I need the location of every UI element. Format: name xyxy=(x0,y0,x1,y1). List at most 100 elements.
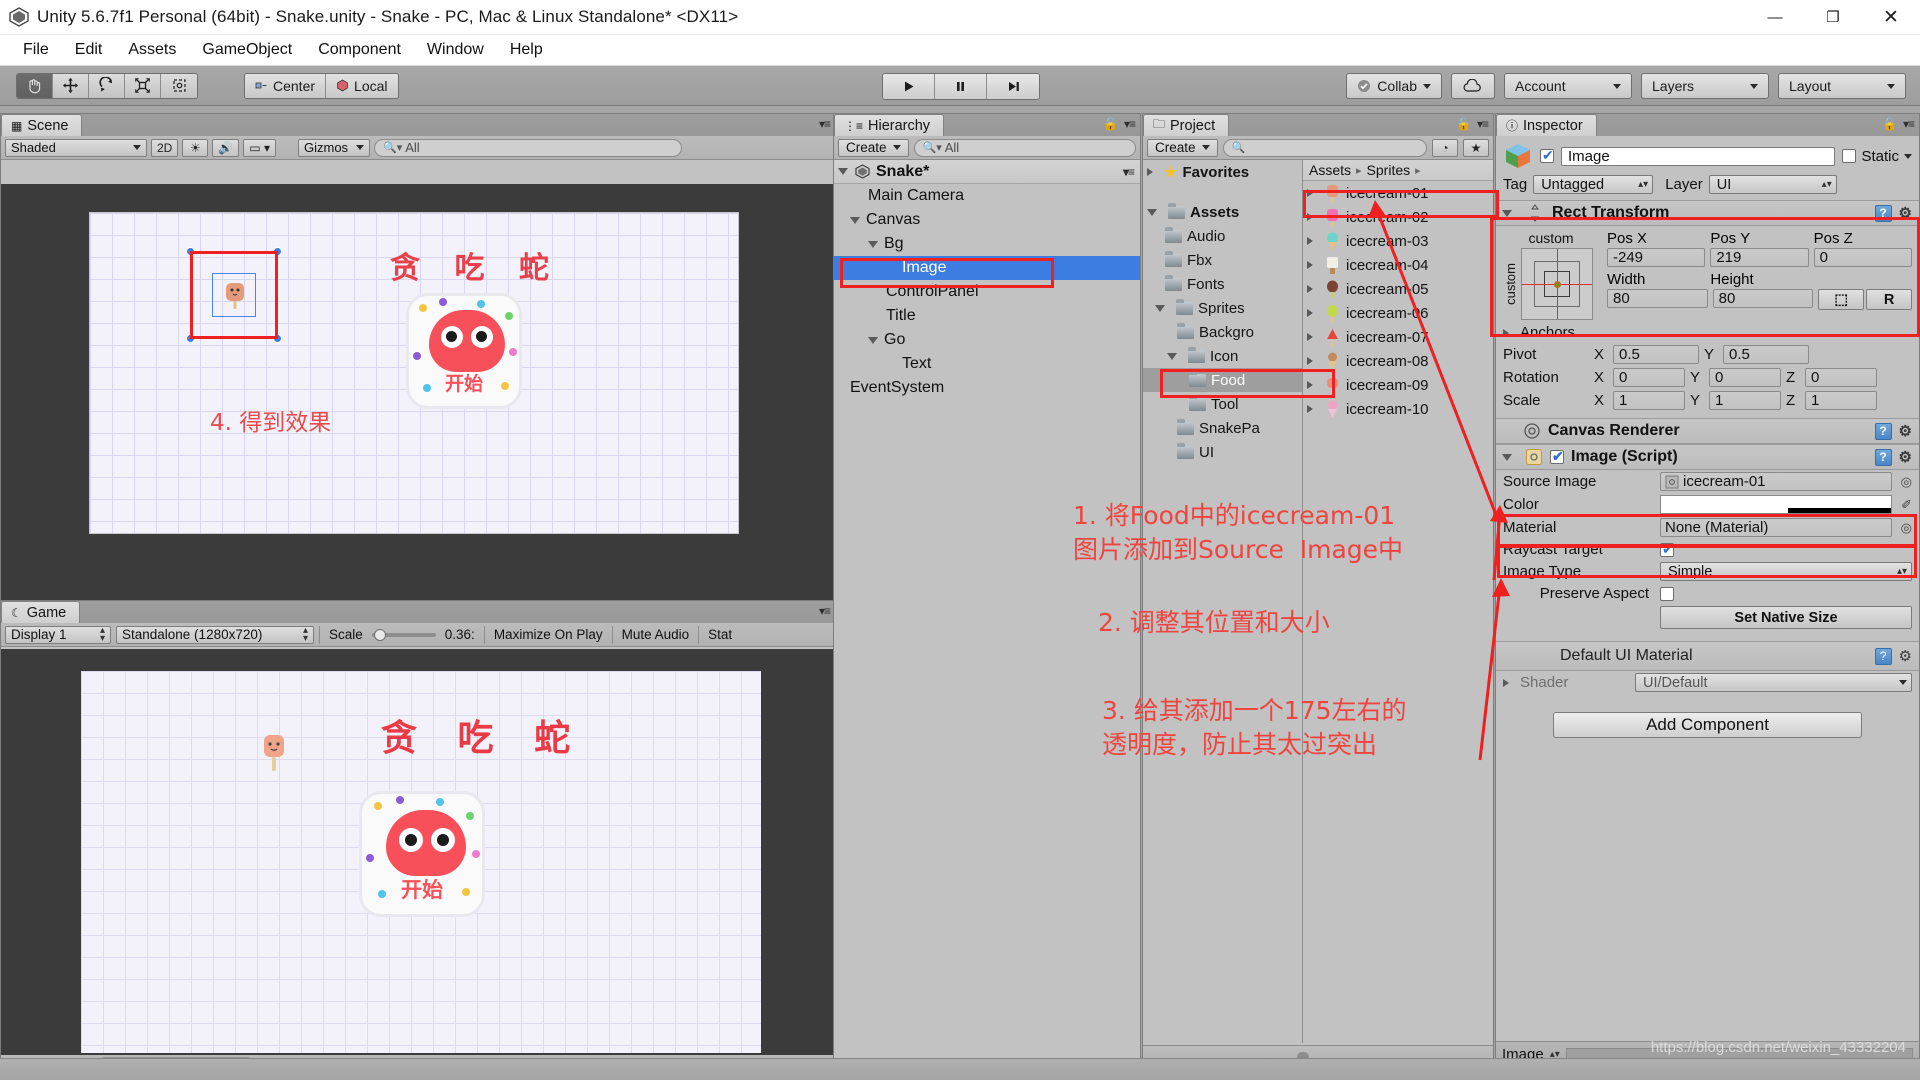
project-tree[interactable]: ★ Favorites Assets Audio Fbx Fonts Sprit… xyxy=(1143,160,1303,1043)
chevron-down-icon[interactable] xyxy=(1167,352,1177,360)
game-display-dropdown[interactable]: Display 1 ▴ ▾ xyxy=(5,625,111,644)
rect-tool-button[interactable] xyxy=(161,73,197,98)
project-create-button[interactable]: Create xyxy=(1147,138,1218,157)
lock-icon[interactable]: 🔓 xyxy=(1456,117,1471,131)
project-tree-icon[interactable]: Icon xyxy=(1143,344,1302,368)
chevron-right-icon[interactable] xyxy=(1307,261,1313,269)
tab-inspector[interactable]: ⓘ Inspector xyxy=(1496,114,1597,136)
lock-icon[interactable]: 🔓 xyxy=(1103,117,1118,131)
project-tree-audio[interactable]: Audio xyxy=(1143,224,1302,248)
rot-z-field[interactable]: 0 xyxy=(1805,368,1877,387)
chevron-right-icon[interactable] xyxy=(1307,189,1313,197)
scene-shading-dropdown[interactable]: Shaded xyxy=(5,138,147,157)
scene-options-icon[interactable]: ▾≡ xyxy=(819,117,831,131)
chevron-right-icon[interactable] xyxy=(1307,213,1313,221)
close-button[interactable]: ✕ xyxy=(1862,0,1920,35)
project-asset-list[interactable]: Assets ▸ Sprites ▸ icecream-01 icecream-… xyxy=(1303,160,1493,1043)
chevron-right-icon[interactable] xyxy=(1147,168,1153,176)
hierarchy-item-canvas[interactable]: Canvas xyxy=(834,208,1140,232)
anchors-foldout[interactable]: Anchors xyxy=(1496,320,1919,343)
canvas-renderer-header[interactable]: Canvas Renderer ? ⚙ xyxy=(1496,418,1919,444)
static-checkbox[interactable] xyxy=(1842,149,1857,163)
step-button[interactable] xyxy=(987,74,1039,99)
project-tree-food[interactable]: Food xyxy=(1143,368,1302,392)
hierarchy-item-eventsystem[interactable]: EventSystem xyxy=(834,376,1140,400)
set-native-size-button[interactable]: Set Native Size xyxy=(1660,606,1912,629)
game-options-icon[interactable]: ▾≡ xyxy=(819,604,831,618)
gizmo-handle[interactable] xyxy=(273,247,282,256)
default-ui-material-header[interactable]: Default UI Material ? ⚙ xyxy=(1496,641,1919,671)
tab-scene[interactable]: ▦ Scene xyxy=(1,114,83,136)
chevron-right-icon[interactable] xyxy=(1503,328,1509,337)
tab-hierarchy[interactable]: ⋮≡ Hierarchy xyxy=(834,114,945,136)
asset-item-icecream-10[interactable]: icecream-10 xyxy=(1303,397,1493,421)
project-options-icon[interactable]: ▾≡ xyxy=(1477,117,1489,131)
hierarchy-item-controlpanel[interactable]: ControlPanel xyxy=(834,280,1140,304)
breadcrumb-sprites[interactable]: Sprites xyxy=(1367,162,1411,178)
asset-item-icecream-04[interactable]: icecream-04 xyxy=(1303,253,1493,277)
chevron-right-icon[interactable] xyxy=(1307,381,1313,389)
scale-tool-button[interactable] xyxy=(125,73,161,98)
chevron-down-icon[interactable] xyxy=(868,240,878,248)
help-icon[interactable]: ? xyxy=(1874,647,1892,665)
hierarchy-item-title[interactable]: Title xyxy=(834,304,1140,328)
gear-icon[interactable]: ⚙ xyxy=(1899,204,1912,222)
project-tree-ui[interactable]: UI xyxy=(1143,440,1302,464)
account-button[interactable]: Account xyxy=(1504,73,1632,99)
project-tree-backgrounds[interactable]: Backgro xyxy=(1143,320,1302,344)
asset-item-icecream-01[interactable]: icecream-01 xyxy=(1303,181,1493,205)
gameobject-enabled-checkbox[interactable] xyxy=(1540,147,1554,164)
image-enabled-checkbox[interactable] xyxy=(1550,448,1564,465)
move-tool-button[interactable] xyxy=(53,73,89,98)
game-resolution-dropdown[interactable]: Standalone (1280x720) ▴ ▾ xyxy=(116,625,314,644)
chevron-right-icon[interactable] xyxy=(1503,678,1509,687)
layer-dropdown[interactable]: UI ▴▾ xyxy=(1708,175,1837,194)
scene-search-input[interactable]: 🔍▾ All xyxy=(374,138,682,157)
menu-file[interactable]: File xyxy=(10,39,62,61)
game-tab-menu[interactable]: ▾≡ xyxy=(819,604,831,618)
project-tree-fbx[interactable]: Fbx xyxy=(1143,248,1302,272)
maximize-button[interactable]: ❐ xyxy=(1804,0,1862,35)
image-script-header[interactable]: Image (Script) ? ⚙ xyxy=(1496,444,1919,470)
gear-icon[interactable]: ⚙ xyxy=(1899,448,1912,466)
project-filter-favorite-button[interactable]: ★ xyxy=(1463,138,1489,157)
scene-tab-menu[interactable]: ▾≡ xyxy=(819,117,831,131)
scene-viewport[interactable]: 贪 吃 蛇 4. 得到效果 开始 xyxy=(1,184,835,602)
asset-item-icecream-07[interactable]: icecream-07 xyxy=(1303,325,1493,349)
anchor-preset-button[interactable] xyxy=(1521,248,1593,320)
layers-button[interactable]: Layers xyxy=(1641,73,1769,99)
project-search-input[interactable]: 🔍 xyxy=(1222,138,1427,157)
menu-component[interactable]: Component xyxy=(305,39,414,61)
game-viewport[interactable]: 贪 吃 蛇 开始 xyxy=(1,649,835,1067)
chevron-right-icon[interactable] xyxy=(1307,309,1313,317)
chevron-down-icon[interactable] xyxy=(1904,153,1912,159)
asset-item-icecream-02[interactable]: icecream-02 xyxy=(1303,205,1493,229)
material-field[interactable]: None (Material) xyxy=(1660,518,1892,537)
chevron-down-icon[interactable] xyxy=(838,168,848,175)
rot-x-field[interactable]: 0 xyxy=(1613,368,1685,387)
help-icon[interactable]: ? xyxy=(1874,204,1892,222)
preserve-aspect-checkbox[interactable] xyxy=(1660,586,1674,601)
hierarchy-item-image[interactable]: Image xyxy=(834,256,1140,280)
source-image-field[interactable]: icecream-01 xyxy=(1660,472,1892,491)
tag-dropdown[interactable]: Untagged ▴▾ xyxy=(1533,175,1654,194)
scale-x-field[interactable]: 1 xyxy=(1613,391,1685,410)
chevron-right-icon[interactable] xyxy=(1307,285,1313,293)
project-tree-fonts[interactable]: Fonts xyxy=(1143,272,1302,296)
menu-edit[interactable]: Edit xyxy=(62,39,116,61)
chevron-right-icon[interactable] xyxy=(1307,333,1313,341)
slider-knob[interactable] xyxy=(373,628,386,641)
asset-item-icecream-06[interactable]: icecream-06 xyxy=(1303,301,1493,325)
maximize-on-play-toggle[interactable]: Maximize On Play xyxy=(490,627,607,642)
help-icon[interactable]: ? xyxy=(1874,422,1892,440)
asset-item-icecream-08[interactable]: icecream-08 xyxy=(1303,349,1493,373)
chevron-down-icon[interactable] xyxy=(850,216,860,224)
hierarchy-item-go[interactable]: Go xyxy=(834,328,1140,352)
collab-button[interactable]: Collab xyxy=(1346,73,1442,99)
pivot-center-button[interactable]: Center xyxy=(245,73,327,98)
asset-item-icecream-09[interactable]: icecream-09 xyxy=(1303,373,1493,397)
shader-dropdown[interactable]: UI/Default xyxy=(1635,673,1912,692)
chevron-down-icon[interactable] xyxy=(1502,209,1512,217)
play-button[interactable] xyxy=(883,74,935,99)
pos-y-field[interactable]: 219 xyxy=(1710,248,1809,267)
